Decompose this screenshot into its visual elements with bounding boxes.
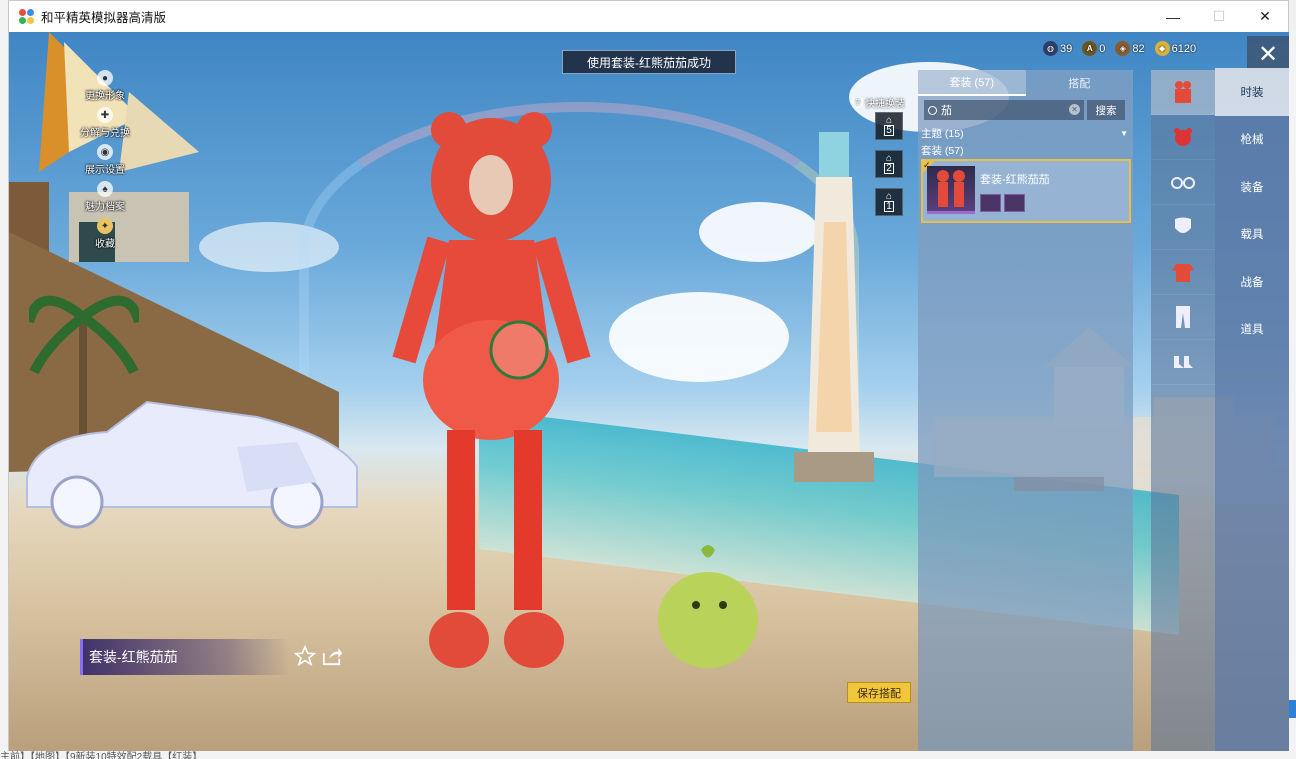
lighthouse xyxy=(794,132,874,482)
currency-item[interactable]: ◍ 39 xyxy=(1043,41,1072,56)
right-nav: 时装 枪械 装备 载具 战备 道具 xyxy=(1215,68,1289,751)
decompose-icon: ✚ xyxy=(97,107,113,123)
bronze-coin-icon: ◈ xyxy=(1115,41,1131,56)
tab-combos[interactable]: 搭配 xyxy=(1026,70,1134,96)
mask-icon[interactable] xyxy=(1151,205,1215,250)
currency-bar: ◍ 39 A 0 ◈ 82 ◆ 6120 xyxy=(1043,41,1196,56)
accessory-thumb[interactable] xyxy=(980,194,1001,212)
section-heading: 套装 (57) xyxy=(921,145,964,157)
headgear-icon[interactable] xyxy=(1151,115,1215,160)
theme-filter-label: 主题 (15) xyxy=(921,127,964,140)
host-desktop-tag xyxy=(1288,700,1296,718)
quick-swap-label: 快捷换装 xyxy=(865,99,905,110)
left-menu: ● 更换形象 ✚ 分解与兑换 ◉ 展示设置 ♠ 魅力档案 ✦ 收藏 xyxy=(65,70,145,255)
game-viewport[interactable]: ● 更换形象 ✚ 分解与兑换 ◉ 展示设置 ♠ 魅力档案 ✦ 收藏 使用套装-红… xyxy=(9,32,1289,751)
currency-item[interactable]: ◈ 82 xyxy=(1115,41,1145,56)
host-desktop-right xyxy=(1288,30,1296,759)
save-outfit-button[interactable]: 保存搭配 xyxy=(847,682,911,703)
top-icon[interactable] xyxy=(1151,250,1215,295)
eye-icon: ◉ xyxy=(97,144,113,160)
hanger-icon: ⌂ xyxy=(885,191,893,202)
hanger-icon: ⌂ xyxy=(885,153,893,164)
quick-swap-slot[interactable]: ⌂ 2 xyxy=(875,150,903,178)
avatar-icon: ● xyxy=(97,70,113,86)
white-car xyxy=(26,400,358,529)
window-controls: — ☐ ✕ xyxy=(1150,1,1288,32)
close-window-button[interactable]: ✕ xyxy=(1242,1,1288,32)
pet-companion xyxy=(658,545,758,668)
accessory-thumb[interactable] xyxy=(1004,194,1025,212)
maximize-button[interactable]: ☐ xyxy=(1196,1,1242,32)
hanger-icon: ⌂ xyxy=(885,115,893,126)
currency-item[interactable]: ◆ 6120 xyxy=(1154,41,1196,56)
theme-filter[interactable]: 主题 (15) ▼ xyxy=(921,125,1128,141)
wardrobe-search: ✕ 搜索 xyxy=(924,100,1126,120)
search-button[interactable]: 搜索 xyxy=(1087,100,1125,120)
charm-profile-button[interactable]: ♠ 魅力档案 xyxy=(65,181,145,218)
quick-swap-slot[interactable]: ⌂ 5 xyxy=(875,112,903,140)
nav-fashion[interactable]: 时装 xyxy=(1215,68,1289,116)
shoes-icon[interactable] xyxy=(1151,340,1215,385)
decompose-exchange-button[interactable]: ✚ 分解与兑换 xyxy=(65,107,145,144)
search-box: ✕ xyxy=(924,100,1084,120)
category-column xyxy=(1151,70,1215,751)
currency-item[interactable]: A 0 xyxy=(1082,41,1105,56)
outfit-card-title: 套装-红熊茄茄 xyxy=(980,174,1050,186)
minimize-button[interactable]: — xyxy=(1150,1,1196,32)
success-toast: 使用套装-红熊茄茄成功 xyxy=(562,50,736,74)
host-desktop-left xyxy=(0,0,8,759)
quick-swap-slot[interactable]: ⌂ 1 xyxy=(875,188,903,216)
help-icon[interactable]: ? xyxy=(852,97,863,108)
character-model xyxy=(392,112,591,668)
app-icon xyxy=(19,8,35,25)
search-input[interactable] xyxy=(941,104,1061,116)
charm-icon: ♠ xyxy=(97,181,113,197)
nav-battle-prep[interactable]: 战备 xyxy=(1215,258,1289,306)
nav-firearms[interactable]: 枪械 xyxy=(1215,116,1289,164)
title-bar[interactable]: 和平精英模拟器高清版 — ☐ ✕ xyxy=(9,1,1288,32)
gold-coin-icon: ◆ xyxy=(1154,41,1170,56)
outfit-figures-icon xyxy=(937,170,965,207)
tab-outfits[interactable]: 套装 (57) xyxy=(918,70,1026,96)
wardrobe-tabs: 套装 (57) 搭配 xyxy=(918,70,1133,96)
pants-icon[interactable] xyxy=(1151,295,1215,340)
wardrobe-panel: 套装 (57) 搭配 ✕ 搜索 主题 (15) ▼ 套装 (57) ✓ xyxy=(918,70,1133,751)
nav-items[interactable]: 道具 xyxy=(1215,306,1289,354)
favorite-star-icon[interactable] xyxy=(293,644,317,668)
collection-icon: ✦ xyxy=(97,218,113,234)
chevron-down-icon: ▼ xyxy=(1120,128,1128,138)
clear-search-icon[interactable]: ✕ xyxy=(1069,104,1080,115)
emulator-window: 和平精英模拟器高清版 — ☐ ✕ ● 更换形象 ✚ 分解与兑换 ◉ 展示设置 ♠… xyxy=(8,0,1289,751)
glasses-icon[interactable] xyxy=(1151,160,1215,205)
current-outfit-name: 套装-红熊茄茄 xyxy=(80,639,290,675)
close-icon[interactable]: ✕ xyxy=(1247,36,1289,72)
window-title: 和平精英模拟器高清版 xyxy=(41,11,167,25)
a-coin-icon: A xyxy=(1082,41,1098,56)
search-icon xyxy=(928,105,937,115)
quick-swap-header[interactable]: ? 快捷换装 xyxy=(852,95,905,110)
collection-button[interactable]: ✦ 收藏 xyxy=(65,218,145,255)
outfit-icon[interactable] xyxy=(1151,70,1215,115)
change-appearance-button[interactable]: ● 更换形象 xyxy=(65,70,145,107)
nav-vehicles[interactable]: 载具 xyxy=(1215,211,1289,259)
outfit-thumbnail xyxy=(927,166,975,214)
outfit-card[interactable]: ✓ 套装-红熊茄茄 xyxy=(921,159,1131,223)
nav-equipment[interactable]: 装备 xyxy=(1215,163,1289,211)
globe-coin-icon: ◍ xyxy=(1043,41,1058,56)
share-icon[interactable] xyxy=(320,644,344,668)
display-settings-button[interactable]: ◉ 展示设置 xyxy=(65,144,145,181)
